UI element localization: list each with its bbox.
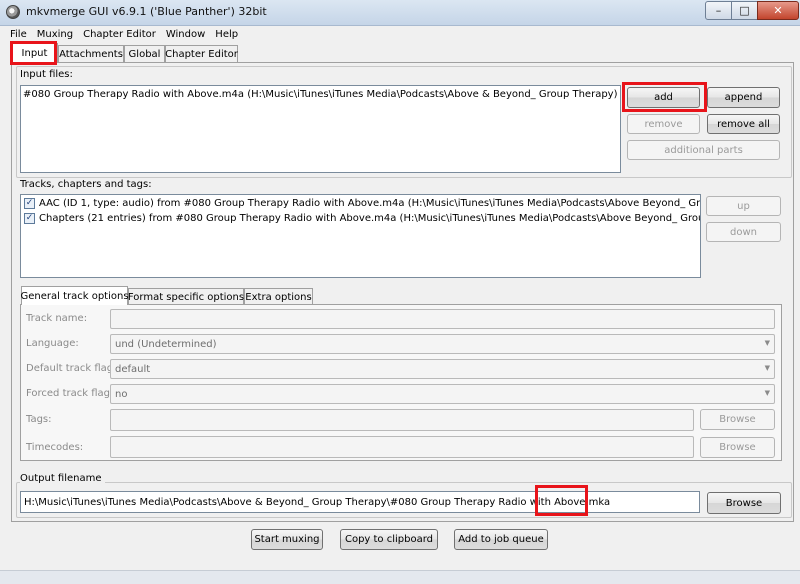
window-title: mkvmerge GUI v6.9.1 ('Blue Panther') 32b… [26, 5, 267, 18]
forced-track-flag-label: Forced track flag: [26, 388, 114, 399]
timecodes-input[interactable] [110, 436, 694, 458]
track-checkbox[interactable]: ✓ [24, 198, 35, 209]
track-row[interactable]: ✓ Chapters (21 entries) from #080 Group … [24, 213, 701, 224]
output-browse-button[interactable]: Browse [707, 492, 781, 514]
tab-global[interactable]: Global [124, 45, 165, 63]
copy-to-clipboard-button[interactable]: Copy to clipboard [340, 529, 438, 550]
tab-general-track-options[interactable]: General track options [20, 286, 129, 305]
tags-input[interactable] [110, 409, 694, 431]
remove-all-button[interactable]: remove all [707, 114, 780, 134]
default-track-flag-value: default [115, 363, 151, 375]
tab-extra-options[interactable]: Extra options [244, 288, 313, 305]
default-track-flag-select[interactable]: default ▼ [110, 359, 775, 379]
language-select[interactable]: und (Undetermined) ▼ [110, 334, 775, 354]
language-value: und (Undetermined) [115, 338, 217, 350]
title-bar[interactable]: mkvmerge GUI v6.9.1 ('Blue Panther') 32b… [0, 0, 800, 26]
track-checkbox[interactable]: ✓ [24, 213, 35, 224]
forced-track-flag-select[interactable]: no ▼ [110, 384, 775, 404]
tags-label: Tags: [26, 414, 52, 425]
tab-attachments[interactable]: Attachments [58, 45, 124, 63]
menu-chapter-editor[interactable]: Chapter Editor [79, 29, 160, 40]
language-label: Language: [26, 338, 79, 349]
input-files-label: Input files: [20, 69, 73, 80]
add-to-job-queue-button[interactable]: Add to job queue [454, 529, 548, 550]
close-button[interactable]: ✕ [757, 1, 799, 20]
track-name-label: Track name: [26, 313, 88, 324]
menu-help[interactable]: Help [211, 29, 242, 40]
close-icon: ✕ [773, 4, 783, 17]
tab-format-specific-options[interactable]: Format specific options [128, 288, 244, 305]
tags-browse-button[interactable]: Browse [700, 409, 775, 430]
down-button[interactable]: down [706, 222, 781, 242]
minimize-button[interactable]: – [705, 1, 732, 20]
tab-chapter-editor[interactable]: Chapter Editor [165, 45, 238, 63]
app-icon [6, 5, 20, 19]
menu-muxing[interactable]: Muxing [33, 29, 77, 40]
track-label: AAC (ID 1, type: audio) from #080 Group … [39, 198, 701, 209]
chevron-down-icon: ▼ [764, 339, 770, 347]
maximize-icon: □ [739, 4, 750, 17]
minimize-icon: – [715, 4, 722, 17]
tab-input[interactable]: Input [11, 43, 58, 63]
append-button[interactable]: append [707, 87, 780, 108]
input-files-list[interactable]: #080 Group Therapy Radio with Above.m4a … [20, 85, 621, 173]
maximize-button[interactable]: □ [731, 1, 758, 20]
menu-bar: File Muxing Chapter Editor Window Help [0, 26, 800, 43]
up-button[interactable]: up [706, 196, 781, 216]
forced-track-flag-value: no [115, 388, 128, 400]
menu-window[interactable]: Window [162, 29, 209, 40]
additional-parts-button[interactable]: additional parts [627, 140, 780, 160]
default-track-flag-label: Default track flag: [26, 363, 117, 374]
track-label: Chapters (21 entries) from #080 Group Th… [39, 213, 701, 224]
list-item[interactable]: #080 Group Therapy Radio with Above.m4a … [23, 89, 617, 100]
chevron-down-icon: ▼ [764, 364, 770, 372]
add-button[interactable]: add [627, 87, 700, 108]
start-muxing-button[interactable]: Start muxing [251, 529, 323, 550]
remove-button[interactable]: remove [627, 114, 700, 134]
chevron-down-icon: ▼ [764, 389, 770, 397]
tracks-list[interactable]: ✓ AAC (ID 1, type: audio) from #080 Grou… [20, 194, 701, 278]
menu-file[interactable]: File [6, 29, 31, 40]
output-filename-label: Output filename [20, 473, 105, 484]
output-filename-input[interactable]: H:\Music\iTunes\iTunes Media\Podcasts\Ab… [20, 491, 700, 513]
track-row[interactable]: ✓ AAC (ID 1, type: audio) from #080 Grou… [24, 198, 701, 209]
tracks-label: Tracks, chapters and tags: [20, 179, 152, 190]
timecodes-browse-button[interactable]: Browse [700, 437, 775, 458]
status-bar [0, 570, 800, 584]
timecodes-label: Timecodes: [26, 442, 84, 453]
track-name-input[interactable] [110, 309, 775, 329]
